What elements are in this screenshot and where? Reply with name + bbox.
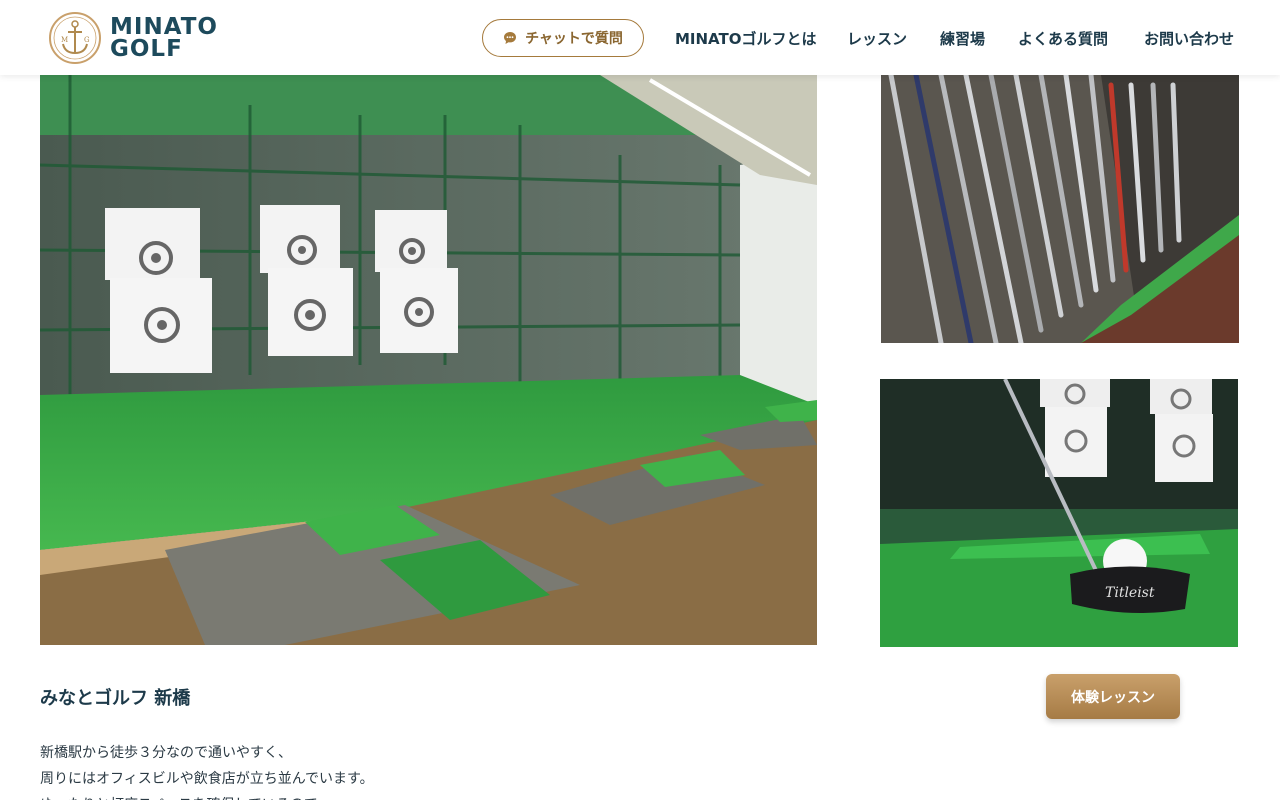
shop-title: みなとゴルフ 新橋 <box>40 688 191 709</box>
trial-lesson-button[interactable]: 体験レッスン <box>1046 674 1180 719</box>
shop-description: 新橋駅から徒歩３分なので通いやすく、 周りにはオフィスビルや飲食店が立ち並んでい… <box>40 740 374 800</box>
brand-name: MINATO GOLF <box>110 14 218 62</box>
club-rack-photo <box>881 75 1239 343</box>
svg-text:G: G <box>84 36 90 44</box>
chat-question-button[interactable]: チャットで質問 <box>482 19 644 57</box>
chat-bubble-icon <box>504 32 517 44</box>
nav-about[interactable]: MINATOゴルフとは <box>675 28 817 49</box>
brand-line2: GOLF <box>110 36 183 62</box>
nav-range[interactable]: 練習場 <box>940 28 985 49</box>
site-logo[interactable]: M G MINATO GOLF <box>48 11 218 65</box>
desc-line: ゆったりと打席スペースを確保しているので、 <box>40 792 374 800</box>
anchor-emblem-icon: M G <box>49 12 101 64</box>
nav-faq[interactable]: よくある質問 <box>1018 28 1108 49</box>
site-header: M G MINATO GOLF チャットで質問 MINATOゴルフとは レッスン… <box>0 0 1280 75</box>
putter-brand-label: Titleist <box>1105 585 1155 601</box>
driving-range-photo <box>40 75 817 645</box>
svg-text:M: M <box>61 36 68 44</box>
trial-lesson-label: 体験レッスン <box>1071 689 1155 706</box>
chat-question-label: チャットで質問 <box>525 31 623 47</box>
nav-lesson[interactable]: レッスン <box>847 28 907 49</box>
brand-line1: MINATO <box>110 14 218 40</box>
putter-ball-photo: Titleist <box>880 379 1238 647</box>
desc-line: 新橋駅から徒歩３分なので通いやすく、 <box>40 745 292 761</box>
nav-contact[interactable]: お問い合わせ <box>1144 28 1234 49</box>
desc-line: 周りにはオフィスビルや飲食店が立ち並んでいます。 <box>40 771 374 787</box>
